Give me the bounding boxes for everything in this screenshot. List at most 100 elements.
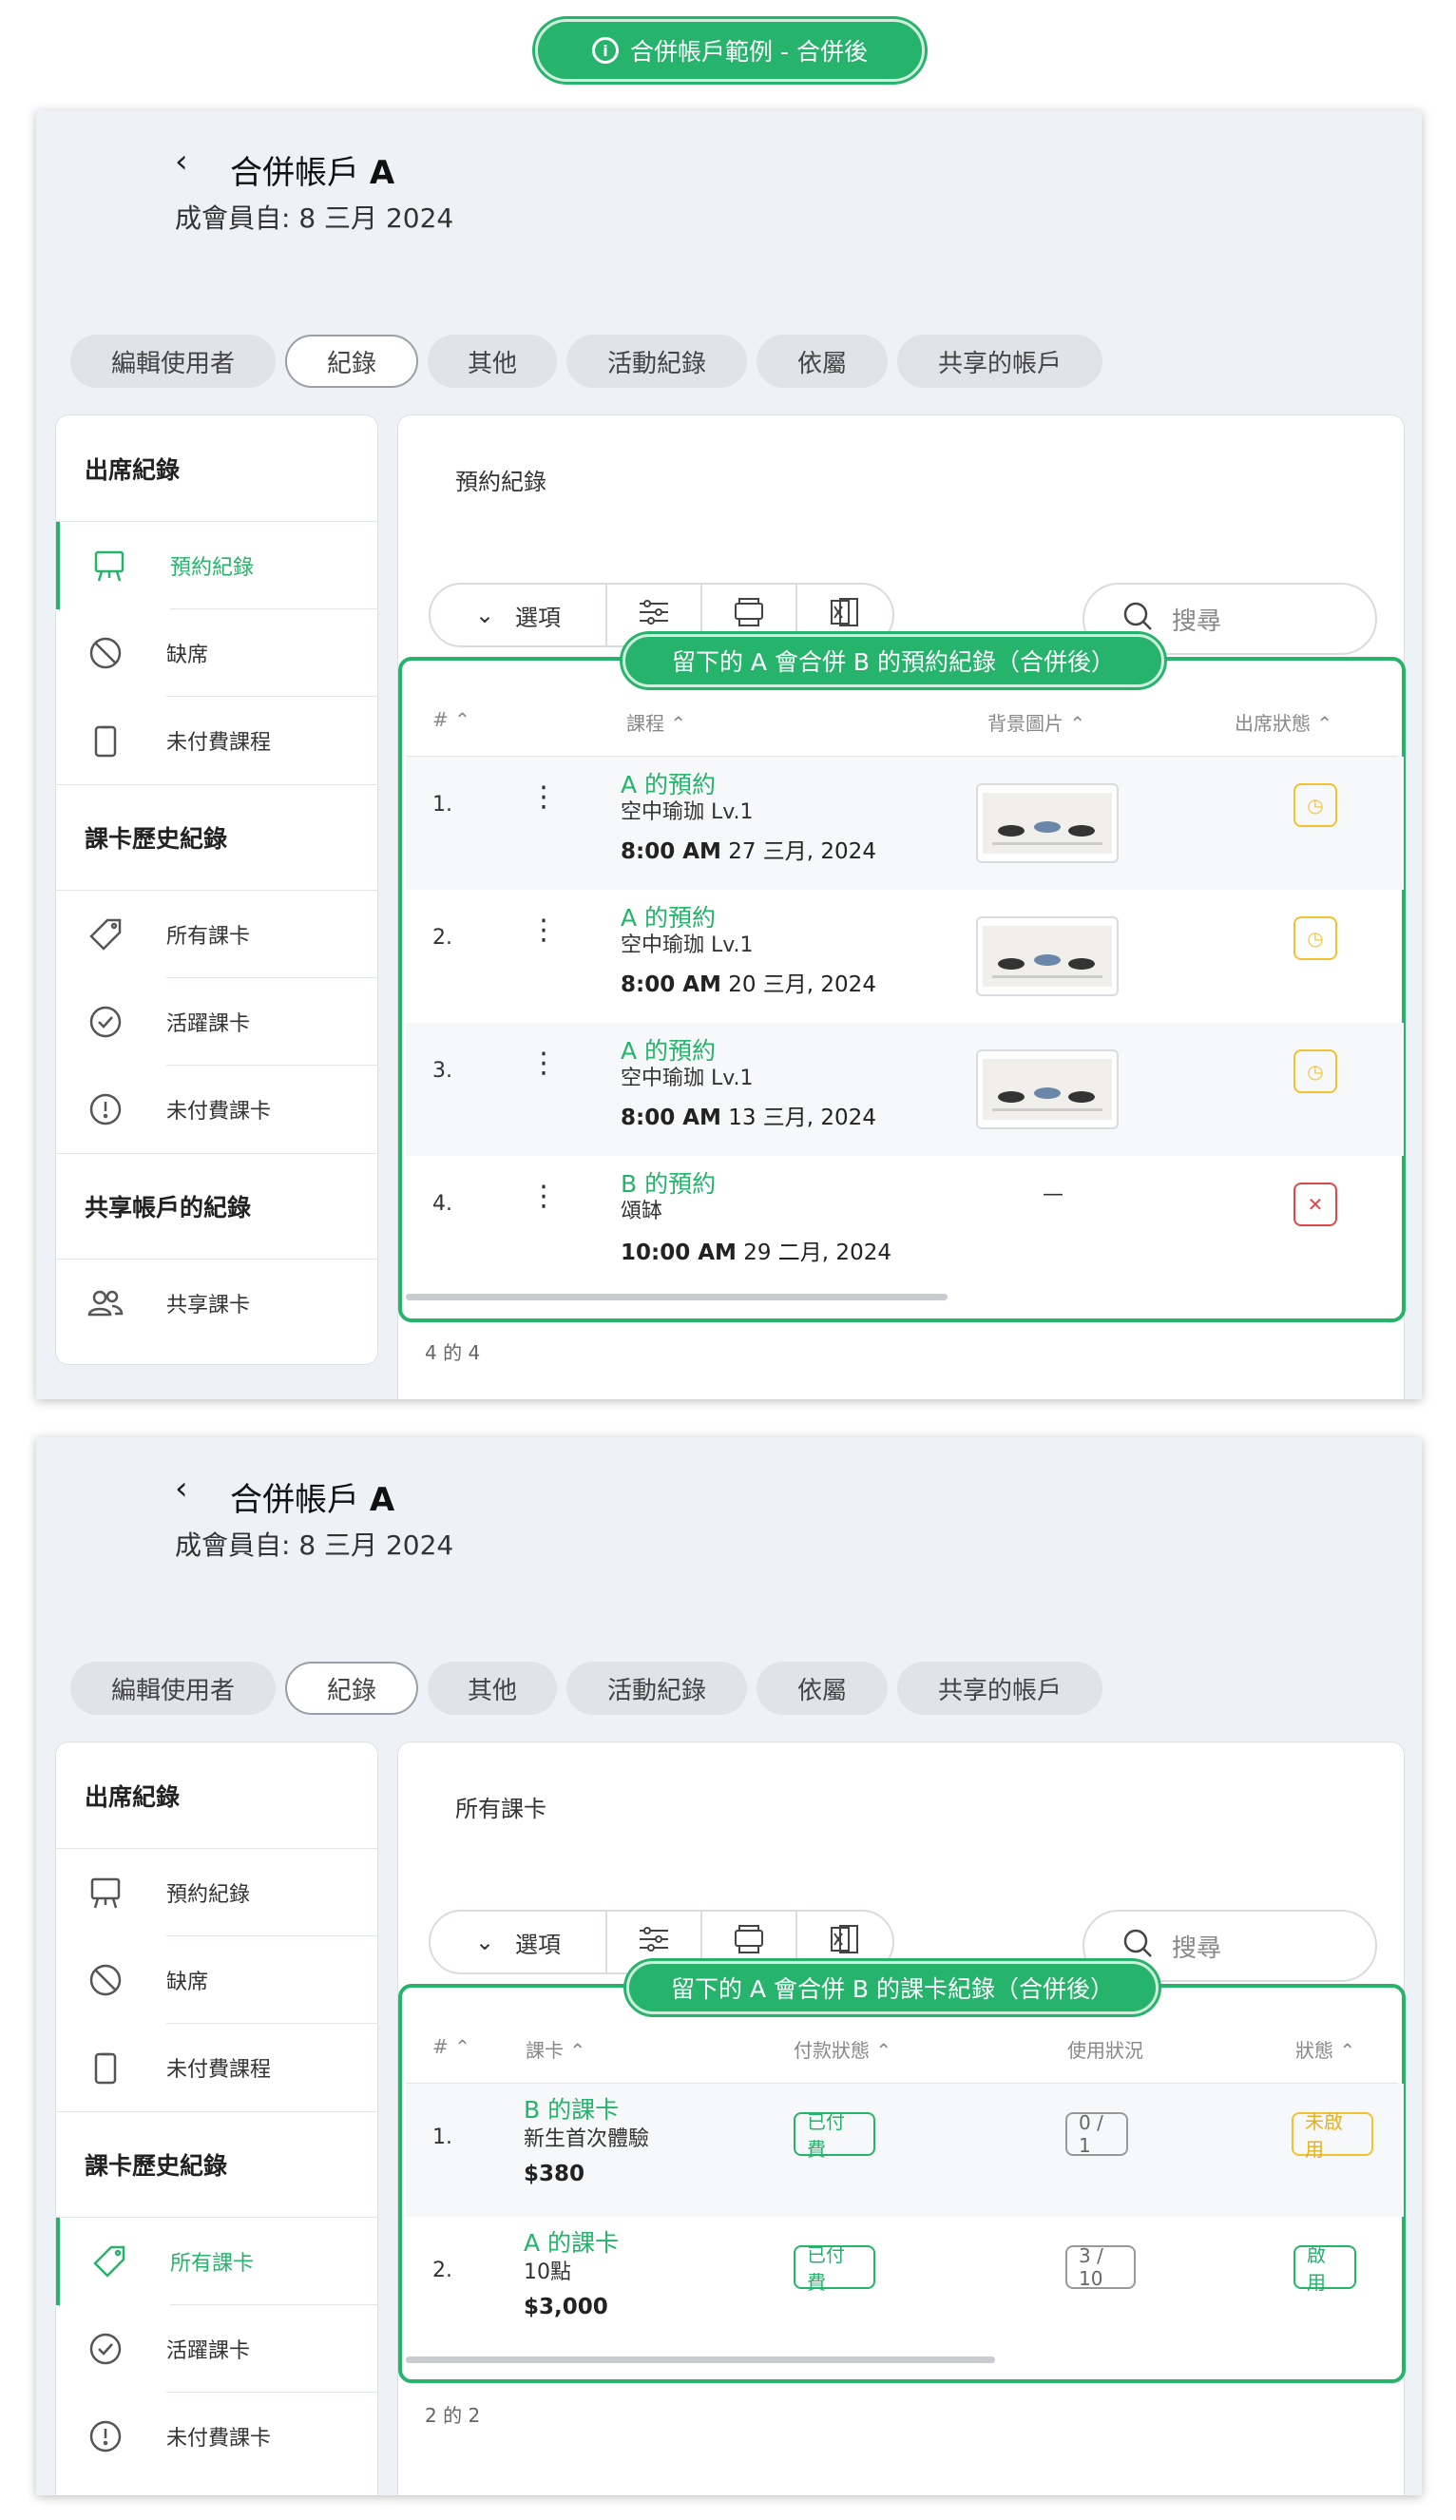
alert-circle-icon	[85, 2415, 126, 2457]
more-vertical-icon[interactable]: ⋮	[529, 1183, 558, 1211]
table-row[interactable]: 1. B 的課卡 新生首次體驗 $380 已付費 0 / 1 未啟用	[406, 2084, 1404, 2217]
merge-example-banner: i 合併帳戶範例 - 合併後	[535, 19, 925, 82]
users-icon	[85, 1282, 126, 1324]
section-title: 預約紀錄	[455, 469, 546, 495]
check-circle-icon	[85, 2328, 126, 2370]
tab-edit-user[interactable]: 編輯使用者	[70, 1662, 276, 1715]
sidebar-item-active-cards[interactable]: 活躍課卡	[56, 2305, 377, 2393]
search-icon	[1122, 601, 1153, 638]
table-row[interactable]: 2. A 的課卡 10點 $3,000 已付費 3 / 10 啟用	[406, 2217, 1404, 2350]
excel-file-icon	[829, 1923, 861, 1961]
payment-badge: 已付費	[794, 2243, 875, 2294]
col-number[interactable]: # ⌃	[432, 2035, 470, 2058]
col-background-image[interactable]: 背景圖片 ⌃	[987, 708, 1085, 736]
sidebar-item-unpaid-classes[interactable]: 未付費課程	[56, 2024, 377, 2111]
tag-icon	[88, 2241, 130, 2282]
chevron-down-icon: ⌄	[474, 602, 495, 628]
sidebar-item-all-cards[interactable]: 所有課卡	[56, 891, 377, 978]
back-arrow-icon[interactable]: ‹	[175, 143, 188, 181]
alert-circle-icon	[85, 1088, 126, 1130]
sidebar-item-bookings[interactable]: 預約紀錄	[56, 522, 377, 609]
cards-main: 所有課卡 ⌄ 選項 搜尋 留下的 A 會合併 B 的課卡紀錄（合併後） # ⌃ 課…	[397, 1741, 1406, 2495]
sidebar-item-absent[interactable]: 缺席	[56, 1936, 377, 2024]
tab-records[interactable]: 紀錄	[285, 335, 418, 388]
records-sidebar: 出席紀錄 預約紀錄 缺席 未付費課程 課卡歷史紀錄 所有課卡 活躍課卡 未付費課…	[55, 414, 378, 1365]
col-number[interactable]: # ⌃	[432, 708, 470, 731]
horizontal-scrollbar[interactable]	[406, 2356, 995, 2363]
yoga-thumbnail	[976, 916, 1119, 996]
merge-note-label: 留下的 A 會合併 B 的課卡紀錄（合併後）	[626, 1961, 1159, 2014]
easel-icon	[85, 1872, 126, 1914]
banner-title: 合併帳戶範例 - 合併後	[630, 38, 868, 66]
cross-icon: ✕	[1293, 1183, 1337, 1226]
options-dropdown[interactable]: ⌄ 選項	[431, 585, 607, 645]
clipboard-icon	[85, 720, 126, 761]
usage-badge: 0 / 1	[1065, 2111, 1128, 2157]
tab-edit-user[interactable]: 編輯使用者	[70, 335, 276, 388]
sidebar-item-absent[interactable]: 缺席	[56, 609, 377, 697]
merged-cards-table: 留下的 A 會合併 B 的課卡紀錄（合併後） # ⌃ 課卡 ⌃ 付款狀態 ⌃ 使…	[398, 1961, 1406, 2383]
section-title: 所有課卡	[455, 1796, 546, 1822]
section-attendance: 出席紀錄	[56, 415, 377, 522]
bookings-main: 預約紀錄 ⌄ 選項 搜尋 留下的 A 會合併 B 的預約紀錄（合併後） # ⌃ 課…	[397, 414, 1406, 1399]
records-sidebar: 出席紀錄 預約紀錄 缺席 未付費課程 課卡歷史紀錄 所有課卡 活躍課卡 未付費課…	[55, 1741, 378, 2495]
tab-bar: 編輯使用者 紀錄 其他 活動紀錄 依屬 共享的帳戶	[70, 1662, 1102, 1715]
merged-bookings-table: 留下的 A 會合併 B 的預約紀錄（合併後） # ⌃ 課程 ⌃ 背景圖片 ⌃ 出…	[398, 634, 1406, 1322]
chevron-down-icon: ⌄	[474, 1929, 495, 1955]
sliders-icon	[638, 599, 670, 631]
col-payment-status[interactable]: 付款狀態 ⌃	[794, 2035, 891, 2063]
sidebar-item-all-cards[interactable]: 所有課卡	[56, 2218, 377, 2305]
sidebar-item-active-cards[interactable]: 活躍課卡	[56, 978, 377, 1066]
usage-badge: 3 / 10	[1065, 2244, 1136, 2290]
info-icon: i	[592, 37, 620, 64]
horizontal-scrollbar[interactable]	[406, 1294, 948, 1300]
sidebar-item-unpaid-classes[interactable]: 未付費課程	[56, 697, 377, 784]
tab-dependents[interactable]: 依屬	[757, 335, 888, 388]
easel-icon	[88, 545, 130, 587]
sidebar-item-bookings[interactable]: 預約紀錄	[56, 1849, 377, 1936]
page-title: 合併帳戶 A	[230, 154, 395, 192]
ban-icon	[85, 632, 126, 674]
col-status[interactable]: 狀態 ⌃	[1295, 2035, 1355, 2063]
table-row[interactable]: 1. ⋮ A 的預約 空中瑜珈 Lv.1 8:00 AM 27 三月, 2024…	[406, 757, 1404, 890]
tab-bar: 編輯使用者 紀錄 其他 活動紀錄 依屬 共享的帳戶	[70, 335, 1102, 388]
merge-note-label: 留下的 A 會合併 B 的預約紀錄（合併後）	[623, 634, 1164, 687]
more-vertical-icon[interactable]: ⋮	[529, 1049, 558, 1078]
status-badge: 啟用	[1293, 2243, 1356, 2294]
col-card[interactable]: 課卡 ⌃	[526, 2035, 585, 2063]
member-since: 成會員自: 8 三月 2024	[175, 202, 454, 234]
member-since: 成會員自: 8 三月 2024	[175, 1529, 454, 1561]
yoga-thumbnail	[976, 783, 1119, 863]
excel-file-icon	[829, 596, 861, 634]
col-usage: 使用狀況	[1067, 2039, 1143, 2062]
more-vertical-icon[interactable]: ⋮	[529, 916, 558, 945]
tab-other[interactable]: 其他	[428, 1662, 557, 1715]
options-dropdown[interactable]: ⌄ 選項	[431, 1912, 607, 1972]
table-row[interactable]: 4. ⋮ B 的預約 頌缽 10:00 AM 29 二月, 2024 — ✕	[406, 1156, 1404, 1289]
clock-icon: ◷	[1293, 916, 1337, 960]
account-panel-bookings: ‹ 合併帳戶 A 成會員自: 8 三月 2024 編輯使用者 紀錄 其他 活動紀…	[36, 110, 1422, 1399]
tab-shared-accounts[interactable]: 共享的帳戶	[897, 1662, 1102, 1715]
table-row[interactable]: 2. ⋮ A 的預約 空中瑜珈 Lv.1 8:00 AM 20 三月, 2024…	[406, 890, 1404, 1023]
search-icon	[1122, 1928, 1153, 1965]
tab-activity[interactable]: 活動紀錄	[566, 335, 747, 388]
clipboard-icon	[85, 2047, 126, 2088]
tab-shared-accounts[interactable]: 共享的帳戶	[897, 335, 1102, 388]
yoga-thumbnail	[976, 1049, 1119, 1129]
tab-records[interactable]: 紀錄	[285, 1662, 418, 1715]
col-course[interactable]: 課程 ⌃	[626, 708, 686, 736]
table-row[interactable]: 3. ⋮ A 的預約 空中瑜珈 Lv.1 8:00 AM 13 三月, 2024…	[406, 1023, 1404, 1156]
col-attendance-status[interactable]: 出席狀態 ⌃	[1235, 708, 1332, 736]
more-vertical-icon[interactable]: ⋮	[529, 783, 558, 812]
tab-dependents[interactable]: 依屬	[757, 1662, 888, 1715]
sidebar-item-unpaid-cards[interactable]: 未付費課卡	[56, 1066, 377, 1153]
sidebar-item-unpaid-cards[interactable]: 未付費課卡	[56, 2393, 377, 2480]
sliders-icon	[638, 1926, 670, 1958]
no-image: —	[1043, 1183, 1063, 1206]
sidebar-item-shared-cards[interactable]: 共享課卡	[56, 1260, 377, 1347]
tab-other[interactable]: 其他	[428, 335, 557, 388]
back-arrow-icon[interactable]: ‹	[175, 1470, 188, 1508]
payment-badge: 已付費	[794, 2110, 875, 2161]
tab-activity[interactable]: 活動紀錄	[566, 1662, 747, 1715]
ban-icon	[85, 1959, 126, 2001]
